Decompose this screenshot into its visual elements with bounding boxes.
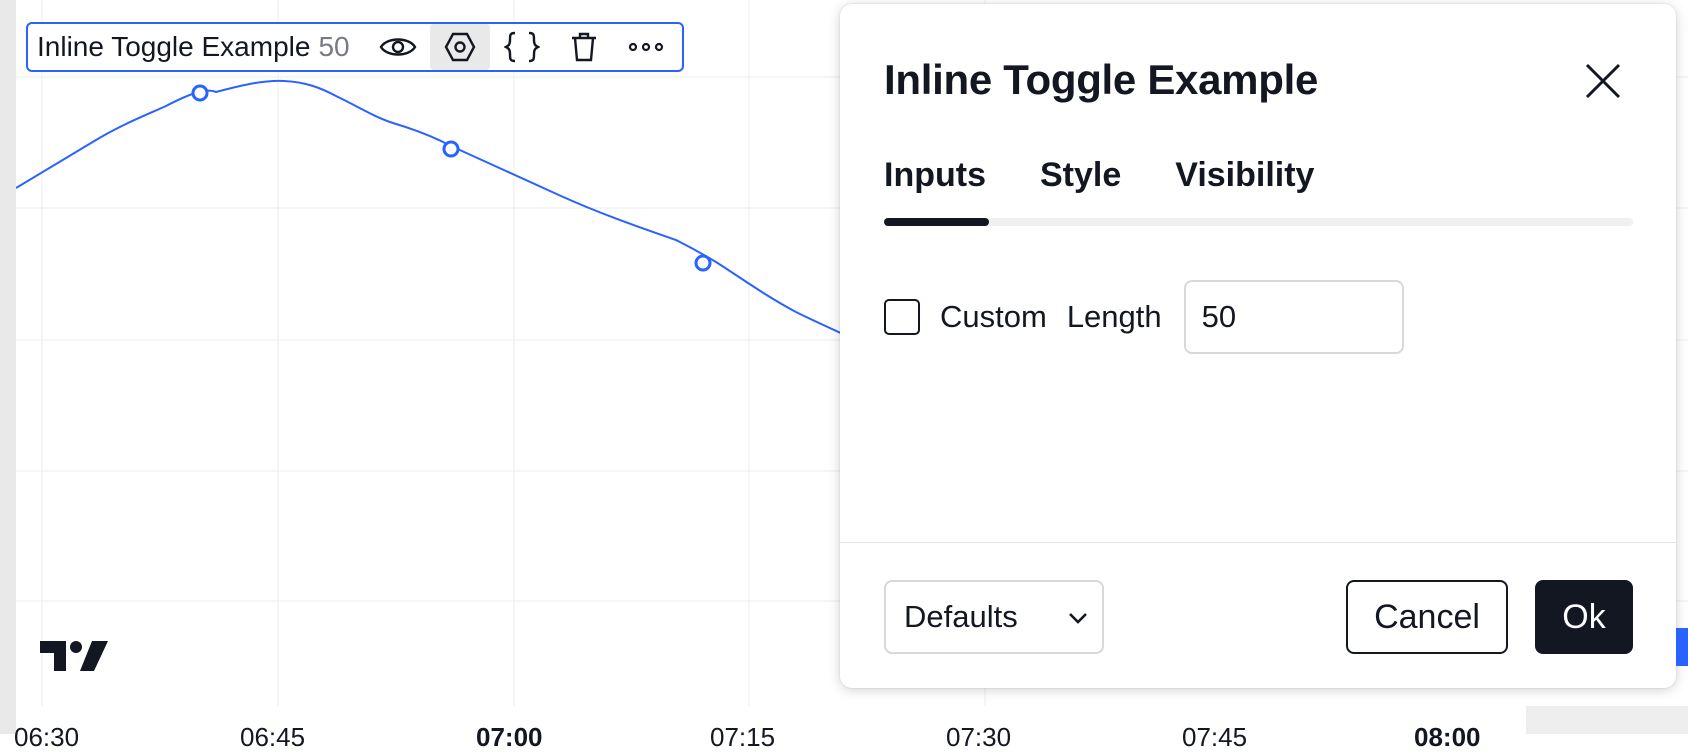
chart-left-edge xyxy=(0,0,16,734)
source-code-button[interactable] xyxy=(492,24,552,70)
ok-button[interactable]: Ok xyxy=(1535,580,1633,654)
tab-visibility[interactable]: Visibility xyxy=(1175,156,1314,195)
close-icon xyxy=(1585,63,1621,99)
time-axis-label: 07:45 xyxy=(1182,722,1248,752)
axis-settings-corner[interactable] xyxy=(1526,706,1688,734)
active-tab-indicator xyxy=(884,218,989,226)
length-input-row: Custom Length xyxy=(884,280,1404,354)
length-label: Length xyxy=(1066,299,1162,334)
series-line xyxy=(16,79,857,341)
tradingview-logo-icon xyxy=(40,641,108,671)
series-marker xyxy=(694,254,712,272)
dialog-tabs: Inputs Style Visibility xyxy=(884,156,1368,195)
time-axis-label: 07:30 xyxy=(946,722,1012,752)
tab-inputs[interactable]: Inputs xyxy=(884,156,986,195)
time-axis-label: 08:00 xyxy=(1414,722,1481,752)
eye-icon xyxy=(379,38,416,56)
price-label-marker xyxy=(1676,628,1688,666)
settings-icon xyxy=(444,32,475,62)
tradingview-logo[interactable] xyxy=(40,637,110,680)
chevron-down-icon xyxy=(1069,613,1087,624)
series-marker xyxy=(191,84,209,102)
indicator-legend[interactable]: Inline Toggle Example 50 xyxy=(26,22,684,72)
more-button[interactable] xyxy=(616,24,676,70)
tab-track xyxy=(884,218,1633,226)
tab-style[interactable]: Style xyxy=(1040,156,1121,195)
length-input[interactable] xyxy=(1183,280,1404,354)
time-axis-label: 06:30 xyxy=(14,722,80,752)
legend-value: 50 xyxy=(318,31,350,62)
dialog-title: Inline Toggle Example xyxy=(884,56,1319,103)
indicator-settings-dialog: Inline Toggle Example Inputs Style Visib… xyxy=(840,4,1676,688)
time-axis-label: 07:00 xyxy=(476,722,543,752)
close-button[interactable] xyxy=(1576,54,1630,108)
source-code-icon xyxy=(503,31,540,63)
custom-checkbox[interactable] xyxy=(884,299,920,335)
legend-title[interactable]: Inline Toggle Example xyxy=(37,31,310,63)
series-marker xyxy=(442,140,460,158)
time-axis-label: 06:45 xyxy=(240,722,306,752)
time-axis-label: 07:15 xyxy=(710,722,776,752)
show-hide-button[interactable] xyxy=(368,24,428,70)
footer-divider xyxy=(840,542,1676,543)
defaults-dropdown[interactable]: Defaults xyxy=(884,580,1104,654)
more-icon xyxy=(628,42,663,52)
settings-button[interactable] xyxy=(429,24,490,70)
remove-button[interactable] xyxy=(554,24,614,70)
cancel-button[interactable]: Cancel xyxy=(1346,580,1508,654)
trash-icon xyxy=(571,32,596,62)
custom-checkbox-label[interactable]: Custom xyxy=(940,299,1047,335)
defaults-label: Defaults xyxy=(904,599,1018,634)
